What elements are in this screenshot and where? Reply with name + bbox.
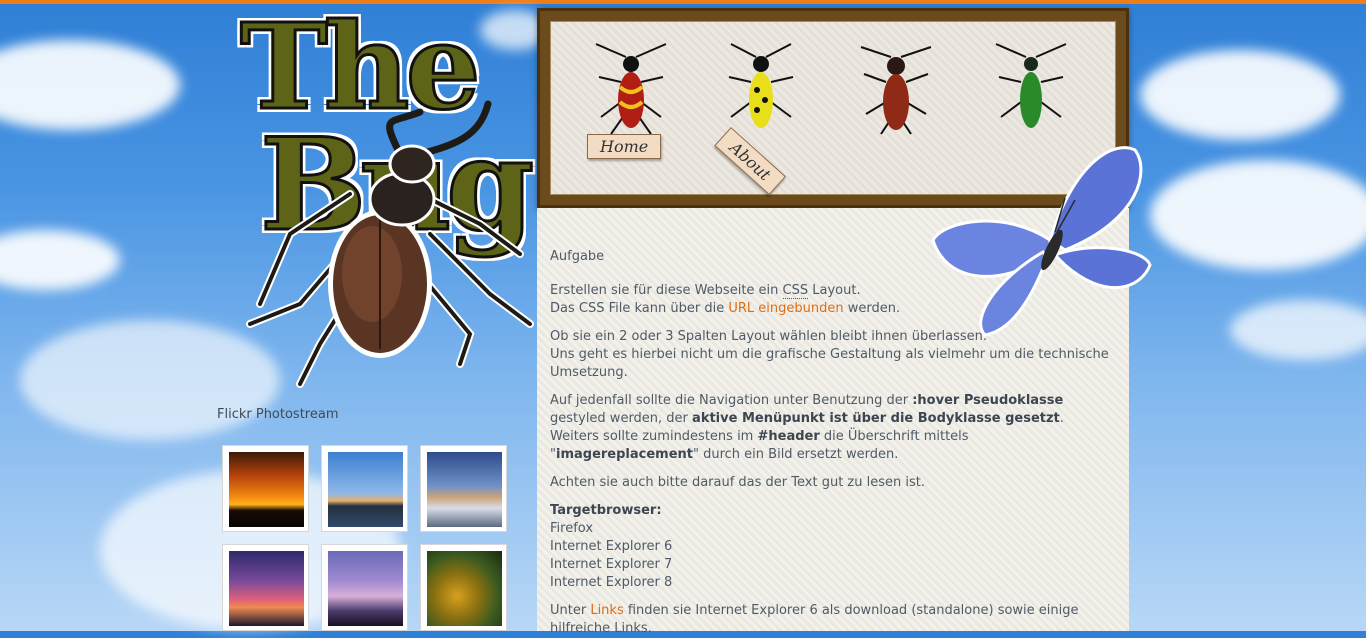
text: gestyled werden, der <box>550 411 693 426</box>
flickr-thumb[interactable] <box>420 544 507 631</box>
cloud <box>1230 300 1366 360</box>
flickr-thumb[interactable] <box>222 445 309 532</box>
top-accent-bar <box>0 0 1366 4</box>
bold-text: aktive Menüpunkt ist über die Bodyklasse… <box>692 411 1060 426</box>
text: Uns geht es hierbei nicht um die grafisc… <box>550 347 1109 380</box>
flickr-thumb[interactable] <box>321 445 408 532</box>
text: " durch ein Bild ersetzt werden. <box>693 447 899 462</box>
links-link[interactable]: Links <box>590 603 623 618</box>
yellow-beetle-icon <box>728 43 794 128</box>
list-item: Internet Explorer 7 <box>550 557 673 572</box>
text: Ob sie ein 2 oder 3 Spalten Layout wähle… <box>550 329 988 344</box>
flickr-thumb[interactable] <box>321 544 408 631</box>
css-abbr: CSS <box>782 283 809 299</box>
text: . <box>1059 411 1064 426</box>
browser-list: Targetbrowser: Firefox Internet Explorer… <box>550 502 1116 592</box>
nav-home-link[interactable]: Home <box>587 134 662 159</box>
text: Erstellen sie für diese Webseite ein <box>550 283 783 298</box>
text: Layout. <box>808 283 861 298</box>
cloud <box>0 230 120 290</box>
paragraph: Achten sie auch bitte darauf das der Tex… <box>550 475 925 490</box>
text: Auf jedenfall sollte die Navigation unte… <box>550 393 913 408</box>
url-link[interactable]: URL eingebunden <box>728 301 843 316</box>
text: finden sie Internet Explorer 6 als downl… <box>550 603 1079 636</box>
cloud <box>1150 160 1366 270</box>
brown-beetle-icon <box>860 46 932 135</box>
flickr-title: Flickr Photostream <box>217 407 339 422</box>
red-beetle-icon <box>595 43 667 135</box>
cloud <box>1140 50 1340 140</box>
nav-about-link[interactable]: About <box>714 127 787 196</box>
bold-text: #header <box>757 429 820 444</box>
list-item: Internet Explorer 8 <box>550 575 673 590</box>
text: Weiters sollte zumindestens im <box>550 429 758 444</box>
green-beetle-icon <box>995 43 1067 128</box>
butterfly-icon <box>931 146 1152 337</box>
flickr-thumb[interactable] <box>222 544 309 631</box>
list-item: Internet Explorer 6 <box>550 539 673 554</box>
bold-text: :hover Pseudoklasse <box>912 393 1064 408</box>
list-item: Firefox <box>550 521 594 536</box>
stag-beetle-icon <box>246 100 534 388</box>
flickr-thumb[interactable] <box>420 445 507 532</box>
bold-text: imagereplacement <box>555 447 693 462</box>
site-logo[interactable]: The Bug <box>230 4 550 394</box>
text: Das CSS File kann über die <box>550 301 729 316</box>
paragraph: Unter Links finden sie Internet Explorer… <box>550 602 1116 638</box>
cloud <box>0 40 180 130</box>
paragraph: Auf jedenfall sollte die Navigation unte… <box>550 392 1116 464</box>
text: werden. <box>843 301 901 316</box>
text: Unter <box>550 603 591 618</box>
browser-list-title: Targetbrowser: <box>550 503 662 518</box>
